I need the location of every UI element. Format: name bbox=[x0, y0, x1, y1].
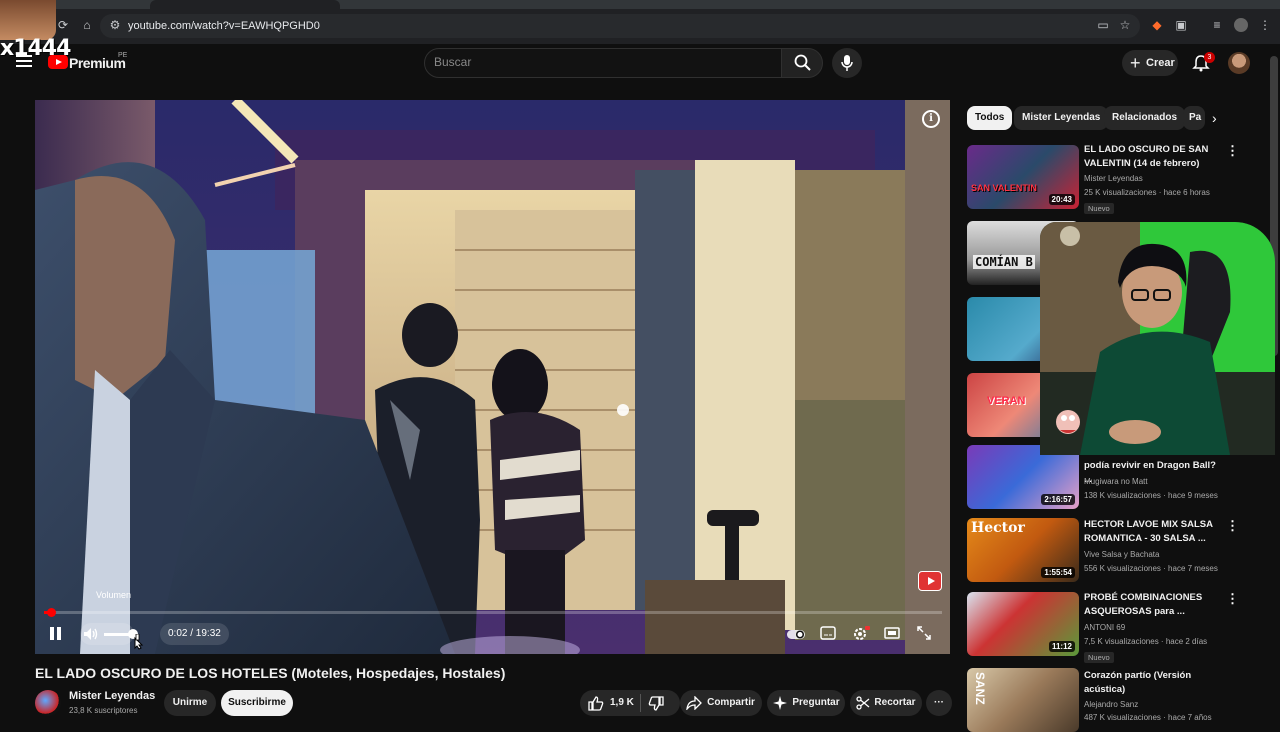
extensions-puzzle-icon[interactable]: ▣ bbox=[1174, 18, 1188, 32]
thumbnail-caption: VERAN bbox=[987, 395, 1026, 407]
progress-scrubber[interactable] bbox=[47, 608, 56, 617]
rec-channel[interactable]: Vive Salsa y Bachata bbox=[1084, 550, 1159, 559]
autoplay-toggle-icon[interactable] bbox=[786, 626, 805, 642]
rec-title[interactable]: EL LADO OSCURO DE SAN VALENTIN (14 de fe… bbox=[1084, 143, 1224, 171]
rec-channel[interactable]: Mugiwara no Matt bbox=[1084, 477, 1148, 486]
home-icon[interactable]: ⌂ bbox=[80, 18, 94, 32]
channel-avatar[interactable] bbox=[35, 690, 61, 716]
sparkle-icon bbox=[773, 696, 787, 710]
reload-icon[interactable]: ⟳ bbox=[56, 18, 70, 32]
chip-mister-leyendas[interactable]: Mister Leyendas bbox=[1014, 106, 1109, 130]
settings-gear-icon[interactable] bbox=[852, 626, 870, 642]
more-dots-icon: ··· bbox=[934, 697, 944, 708]
rec-menu-icon[interactable]: ⋮ bbox=[1226, 143, 1239, 159]
user-avatar[interactable] bbox=[1228, 52, 1250, 74]
rec-channel[interactable]: ANTONI 69 bbox=[1084, 623, 1125, 632]
search-placeholder: Buscar bbox=[434, 55, 472, 69]
streamer-avatar-overlay bbox=[0, 0, 56, 40]
webcam-feed-image bbox=[1040, 222, 1275, 455]
fullscreen-icon[interactable] bbox=[916, 626, 934, 642]
rec-meta: 7,5 K visualizaciones · hace 2 días bbox=[1084, 637, 1208, 646]
chip-partial[interactable]: Pa bbox=[1183, 106, 1205, 130]
thumbs-down-icon[interactable] bbox=[648, 696, 664, 711]
plus-icon: + bbox=[1130, 53, 1141, 73]
chevron-right-icon[interactable]: › bbox=[1212, 110, 1217, 126]
logo-text[interactable]: Premium bbox=[69, 55, 126, 71]
channel-watermark-icon[interactable] bbox=[918, 571, 942, 591]
chip-related[interactable]: Relacionados bbox=[1104, 106, 1186, 130]
rec-menu-icon[interactable]: ⋮ bbox=[1226, 518, 1239, 534]
rec-meta: 25 K visualizaciones · hace 6 horas bbox=[1084, 188, 1210, 197]
voice-search-button[interactable] bbox=[832, 48, 862, 78]
video-duration: 2:16:57 bbox=[1041, 494, 1075, 505]
subscribe-button[interactable]: Suscribirme bbox=[221, 690, 293, 716]
time-display: 0:02 / 19:32 bbox=[160, 623, 229, 645]
video-duration: 1:55:54 bbox=[1041, 567, 1075, 578]
rec-thumbnail[interactable]: SAN VALENTIN 20:43 bbox=[967, 145, 1079, 209]
scissors-icon bbox=[856, 696, 870, 710]
like-dislike-divider bbox=[640, 694, 641, 712]
video-duration: 11:12 bbox=[1048, 641, 1075, 652]
rec-thumbnail[interactable]: 11:12 bbox=[967, 592, 1079, 656]
video-info-icon[interactable]: i bbox=[922, 110, 940, 128]
thumbnail-caption: SAN VALENTIN bbox=[971, 183, 1037, 193]
rec-channel[interactable]: Alejandro Sanz bbox=[1084, 700, 1138, 709]
rec-meta: 556 K visualizaciones · hace 7 meses bbox=[1084, 564, 1218, 573]
notification-count-badge: 3 bbox=[1204, 52, 1215, 63]
thumbs-up-icon bbox=[588, 696, 604, 711]
join-button[interactable]: Unirme bbox=[164, 690, 216, 716]
share-arrow-icon bbox=[686, 696, 702, 710]
browser-tabstrip bbox=[0, 0, 1280, 9]
subtitles-icon[interactable] bbox=[820, 626, 838, 642]
video-title: EL LADO OSCURO DE LOS HOTELES (Moteles, … bbox=[35, 665, 506, 681]
new-badge: Nuevo bbox=[1084, 652, 1114, 663]
bookmark-star-icon[interactable]: ☆ bbox=[1118, 18, 1132, 32]
create-button[interactable]: + Crear bbox=[1122, 50, 1178, 76]
subscriber-count: 23,8 K suscriptores bbox=[69, 706, 138, 715]
site-settings-icon[interactable]: ⚙ bbox=[108, 18, 122, 32]
video-player[interactable] bbox=[35, 100, 950, 654]
video-duration: 20:43 bbox=[1048, 194, 1075, 205]
rec-thumbnail[interactable]: SANZ bbox=[967, 668, 1079, 732]
mouse-cursor-icon bbox=[134, 634, 144, 650]
browser-active-tab[interactable] bbox=[150, 0, 340, 9]
video-frame-image bbox=[35, 100, 950, 654]
rec-title[interactable]: Corazón partío (Versión acústica) bbox=[1084, 669, 1224, 697]
rec-thumbnail[interactable]: Hector 1:55:54 bbox=[967, 518, 1079, 582]
pause-button[interactable] bbox=[50, 627, 62, 641]
youtube-logo-icon[interactable] bbox=[48, 55, 68, 69]
media-control-icon[interactable]: ≡ bbox=[1210, 18, 1224, 32]
like-count: 1,9 K bbox=[610, 697, 634, 708]
rec-title[interactable]: PROBÉ COMBINACIONES ASQUEROSAS para ... bbox=[1084, 591, 1224, 619]
url-text: youtube.com/watch?v=EAWHQPGHD0 bbox=[128, 20, 320, 32]
chrome-menu-icon[interactable]: ⋮ bbox=[1258, 18, 1272, 32]
region-code: PE bbox=[118, 52, 128, 59]
search-icon bbox=[794, 54, 811, 71]
new-badge: Nuevo bbox=[1084, 203, 1114, 214]
rec-channel[interactable]: Mister Leyendas bbox=[1084, 174, 1143, 183]
search-button[interactable] bbox=[781, 48, 823, 78]
more-actions-button[interactable]: ··· bbox=[926, 690, 952, 716]
rec-meta: 138 K visualizaciones · hace 9 meses bbox=[1084, 491, 1218, 500]
thumbnail-caption: COMÍAN B bbox=[973, 255, 1035, 269]
streamer-webcam-overlay bbox=[1040, 222, 1275, 455]
rec-title[interactable]: HECTOR LAVOE MIX SALSA ROMANTICA - 30 SA… bbox=[1084, 518, 1224, 546]
progress-bar[interactable] bbox=[44, 611, 942, 614]
create-label: Crear bbox=[1146, 57, 1175, 69]
channel-name[interactable]: Mister Leyendas bbox=[69, 690, 155, 702]
thumbnail-caption: SANZ bbox=[973, 672, 987, 705]
rec-menu-icon[interactable]: ⋮ bbox=[1226, 591, 1239, 607]
hamburger-menu-icon[interactable] bbox=[16, 55, 32, 69]
thumbnail-caption: Hector bbox=[971, 520, 1025, 536]
volume-icon bbox=[84, 628, 98, 640]
profile-icon[interactable] bbox=[1234, 18, 1248, 32]
chip-all[interactable]: Todos bbox=[967, 106, 1013, 130]
theater-mode-icon[interactable] bbox=[884, 626, 902, 642]
volume-tooltip: Volumen bbox=[96, 590, 132, 600]
extension-fire-icon[interactable]: ◆ bbox=[1150, 18, 1164, 32]
cast-icon[interactable]: ▭ bbox=[1096, 18, 1110, 32]
rec-meta: 487 K visualizaciones · hace 7 años bbox=[1084, 713, 1212, 722]
microphone-icon bbox=[841, 55, 853, 71]
search-input[interactable] bbox=[424, 48, 782, 78]
